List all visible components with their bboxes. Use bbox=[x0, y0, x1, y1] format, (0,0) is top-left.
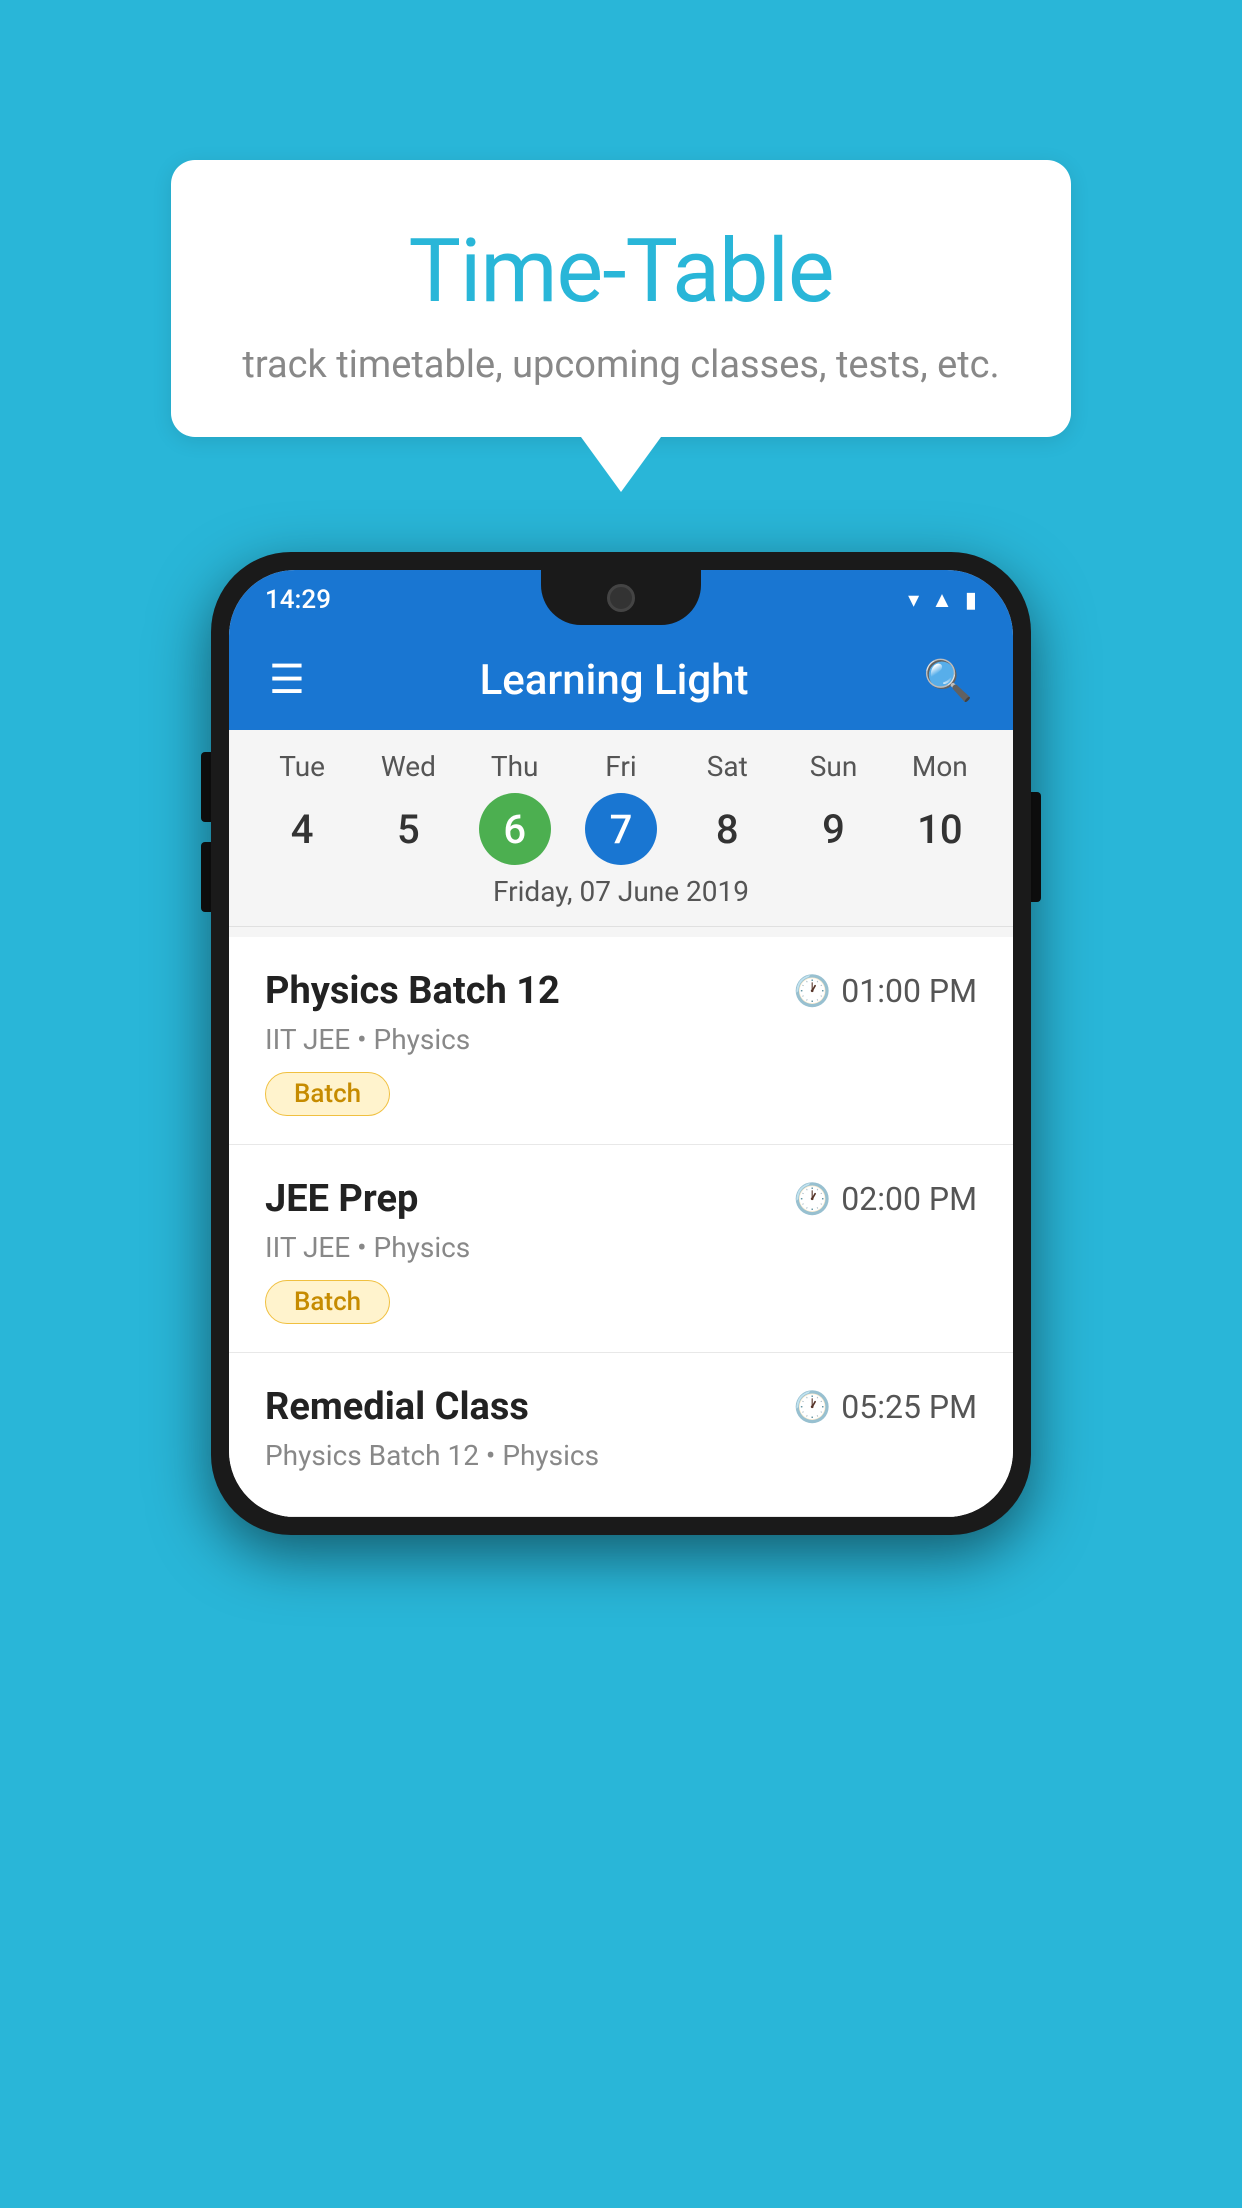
calendar-divider bbox=[229, 926, 1013, 927]
selected-date-label: Friday, 07 June 2019 bbox=[229, 865, 1013, 926]
notch bbox=[541, 570, 701, 625]
status-icons: ▾ ▲ ▮ bbox=[908, 587, 977, 613]
app-bar: ☰ Learning Light 🔍 bbox=[229, 630, 1013, 730]
day-name-label: Mon bbox=[912, 750, 968, 783]
day-number-label: 10 bbox=[904, 793, 976, 865]
speech-bubble-card: Time-Table track timetable, upcoming cla… bbox=[171, 160, 1071, 437]
schedule-list: Physics Batch 12 🕐 01:00 PM IIT JEE • Physi… bbox=[229, 937, 1013, 1517]
app-bar-title: Learning Light bbox=[480, 656, 749, 705]
schedule-item-time: 🕐 02:00 PM bbox=[794, 1180, 977, 1218]
schedule-item-header: JEE Prep 🕐 02:00 PM bbox=[265, 1177, 977, 1221]
battery-icon: ▮ bbox=[965, 588, 977, 613]
calendar-day-tue[interactable]: Tue 4 bbox=[249, 750, 355, 865]
signal-icon: ▲ bbox=[931, 587, 953, 613]
schedule-item-header: Remedial Class 🕐 05:25 PM bbox=[265, 1385, 977, 1429]
calendar-day-sat[interactable]: Sat 8 bbox=[674, 750, 780, 865]
schedule-item-meta: Physics Batch 12 • Physics bbox=[265, 1439, 977, 1472]
day-name-label: Sun bbox=[810, 750, 858, 783]
schedule-item[interactable]: Physics Batch 12 🕐 01:00 PM IIT JEE • Physi… bbox=[229, 937, 1013, 1145]
time-text: 02:00 PM bbox=[841, 1180, 977, 1218]
day-number-label: 6 bbox=[479, 793, 551, 865]
day-number-label: 9 bbox=[798, 793, 870, 865]
hamburger-menu-icon[interactable]: ☰ bbox=[269, 660, 305, 700]
schedule-item-time: 🕐 05:25 PM bbox=[794, 1388, 977, 1426]
schedule-item-time: 🕐 01:00 PM bbox=[794, 972, 977, 1010]
page-title: Time-Table bbox=[231, 220, 1011, 323]
batch-tag: Batch bbox=[265, 1280, 390, 1324]
calendar-day-sun[interactable]: Sun 9 bbox=[780, 750, 886, 865]
calendar-strip: Tue 4 Wed 5 Thu 6 Fri 7 Sat 8 Sun 9 Mon 10 Friday, 07… bbox=[229, 730, 1013, 937]
status-time: 14:29 bbox=[265, 585, 331, 615]
speech-bubble-arrow bbox=[581, 437, 661, 492]
status-bar: 14:29 ▾ ▲ ▮ bbox=[229, 570, 1013, 630]
phone-screen: 14:29 ▾ ▲ ▮ ☰ Learning Light 🔍 bbox=[229, 570, 1013, 1517]
page-subtitle: track timetable, upcoming classes, tests… bbox=[231, 343, 1011, 387]
day-number-label: 8 bbox=[691, 793, 763, 865]
clock-icon: 🕐 bbox=[794, 1182, 831, 1217]
schedule-item[interactable]: JEE Prep 🕐 02:00 PM IIT JEE • Physics Batch bbox=[229, 1145, 1013, 1353]
batch-tag: Batch bbox=[265, 1072, 390, 1116]
clock-icon: 🕐 bbox=[794, 974, 831, 1009]
calendar-day-thu[interactable]: Thu 6 bbox=[462, 750, 568, 865]
phone-outer-frame: 14:29 ▾ ▲ ▮ ☰ Learning Light 🔍 bbox=[211, 552, 1031, 1535]
schedule-item-header: Physics Batch 12 🕐 01:00 PM bbox=[265, 969, 977, 1013]
calendar-day-wed[interactable]: Wed 5 bbox=[355, 750, 461, 865]
calendar-days-header: Tue 4 Wed 5 Thu 6 Fri 7 Sat 8 Sun 9 Mon 10 bbox=[229, 750, 1013, 865]
day-name-label: Thu bbox=[491, 750, 539, 783]
front-camera bbox=[607, 584, 635, 612]
clock-icon: 🕐 bbox=[794, 1390, 831, 1425]
time-text: 05:25 PM bbox=[841, 1388, 977, 1426]
schedule-item-title: JEE Prep bbox=[265, 1177, 418, 1221]
day-number-label: 7 bbox=[585, 793, 657, 865]
volume-down-button bbox=[201, 842, 211, 912]
day-name-label: Tue bbox=[279, 750, 325, 783]
speech-bubble-section: Time-Table track timetable, upcoming cla… bbox=[171, 160, 1071, 492]
wifi-icon: ▾ bbox=[908, 588, 919, 613]
day-number-label: 5 bbox=[372, 793, 444, 865]
schedule-item-title: Physics Batch 12 bbox=[265, 969, 560, 1013]
schedule-item-meta: IIT JEE • Physics bbox=[265, 1231, 977, 1264]
calendar-day-mon[interactable]: Mon 10 bbox=[887, 750, 993, 865]
schedule-item-meta: IIT JEE • Physics bbox=[265, 1023, 977, 1056]
phone-mockup: 14:29 ▾ ▲ ▮ ☰ Learning Light 🔍 bbox=[211, 552, 1031, 1535]
search-icon[interactable]: 🔍 bbox=[923, 657, 973, 704]
schedule-item-title: Remedial Class bbox=[265, 1385, 529, 1429]
day-name-label: Fri bbox=[605, 750, 636, 783]
calendar-day-fri[interactable]: Fri 7 bbox=[568, 750, 674, 865]
volume-up-button bbox=[201, 752, 211, 822]
time-text: 01:00 PM bbox=[841, 972, 977, 1010]
power-button bbox=[1031, 792, 1041, 902]
day-number-label: 4 bbox=[266, 793, 338, 865]
day-name-label: Sat bbox=[707, 750, 748, 783]
day-name-label: Wed bbox=[381, 750, 436, 783]
schedule-item[interactable]: Remedial Class 🕐 05:25 PM Physics Batch 12 … bbox=[229, 1353, 1013, 1517]
